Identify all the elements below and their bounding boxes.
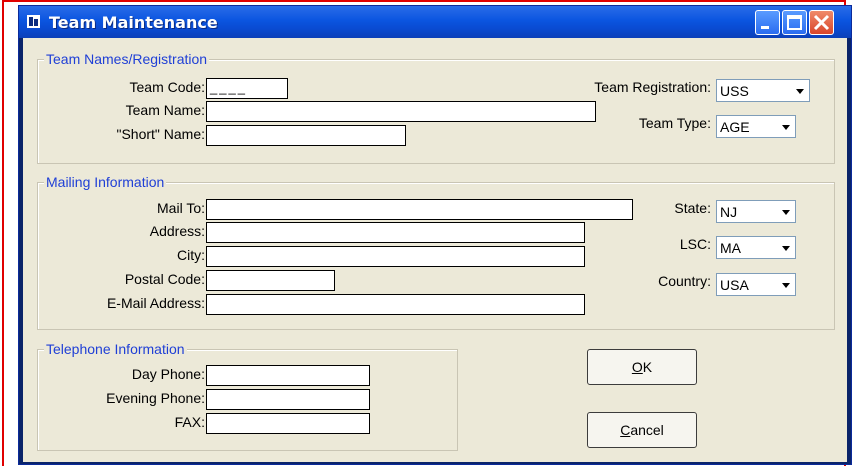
country-label: Country: <box>658 273 711 289</box>
close-icon <box>813 14 830 31</box>
fax-input[interactable] <box>206 413 370 434</box>
email-address-label: E-Mail Address: <box>106 295 205 311</box>
team-name-label: Team Name: <box>125 102 205 118</box>
short-name-label: "Short" Name: <box>116 126 205 142</box>
ok-button[interactable]: OK <box>587 349 697 385</box>
address-input[interactable] <box>206 222 585 243</box>
team-registration-select[interactable]: USS <box>716 79 810 102</box>
postal-code-input[interactable] <box>206 270 335 291</box>
dropdown-arrow-icon[interactable] <box>779 277 793 292</box>
day-phone-label: Day Phone: <box>131 366 205 382</box>
mail-to-label: Mail To: <box>157 200 205 216</box>
maximize-button[interactable] <box>782 10 807 35</box>
minimize-button[interactable] <box>755 10 780 35</box>
evening-phone-input[interactable] <box>206 389 370 410</box>
team-type-label: Team Type: <box>638 115 711 131</box>
dialog-client-area: Team Names/Registration Team Code: ____ … <box>23 38 847 462</box>
team-name-input[interactable] <box>206 101 596 122</box>
mail-to-input[interactable] <box>206 199 633 220</box>
lsc-label: LSC: <box>679 236 711 252</box>
team-type-select[interactable]: AGE <box>716 115 796 138</box>
team-names-legend: Team Names/Registration <box>44 51 210 67</box>
postal-code-label: Postal Code: <box>124 271 205 287</box>
evening-phone-label: Evening Phone: <box>106 390 205 406</box>
email-address-input[interactable] <box>206 294 585 315</box>
country-select[interactable]: USA <box>716 273 796 296</box>
close-button[interactable] <box>809 10 834 35</box>
city-input[interactable] <box>206 246 585 267</box>
team-maintenance-window: Team Maintenance Team Names/Registration… <box>18 5 852 465</box>
dropdown-arrow-icon[interactable] <box>779 119 793 134</box>
cancel-button[interactable]: Cancel <box>587 412 697 448</box>
dropdown-arrow-icon[interactable] <box>793 83 807 98</box>
window-title: Team Maintenance <box>49 13 218 32</box>
state-select[interactable]: NJ <box>716 200 796 223</box>
short-name-input[interactable] <box>206 125 406 146</box>
address-label: Address: <box>149 223 205 239</box>
mailing-info-legend: Mailing Information <box>44 174 167 190</box>
telephone-info-legend: Telephone Information <box>44 341 187 357</box>
team-code-label: Team Code: <box>129 79 205 95</box>
dropdown-arrow-icon[interactable] <box>779 240 793 255</box>
title-bar[interactable]: Team Maintenance <box>19 6 851 38</box>
team-code-input[interactable]: ____ <box>206 78 288 99</box>
minimize-icon <box>761 26 769 29</box>
fax-label: FAX: <box>174 414 205 430</box>
window-icon[interactable] <box>27 15 40 28</box>
lsc-select[interactable]: MA <box>716 236 796 259</box>
team-registration-label: Team Registration: <box>594 79 711 95</box>
state-label: State: <box>674 200 711 216</box>
dropdown-arrow-icon[interactable] <box>779 204 793 219</box>
day-phone-input[interactable] <box>206 365 370 386</box>
city-label: City: <box>177 247 205 263</box>
maximize-icon <box>787 15 802 30</box>
